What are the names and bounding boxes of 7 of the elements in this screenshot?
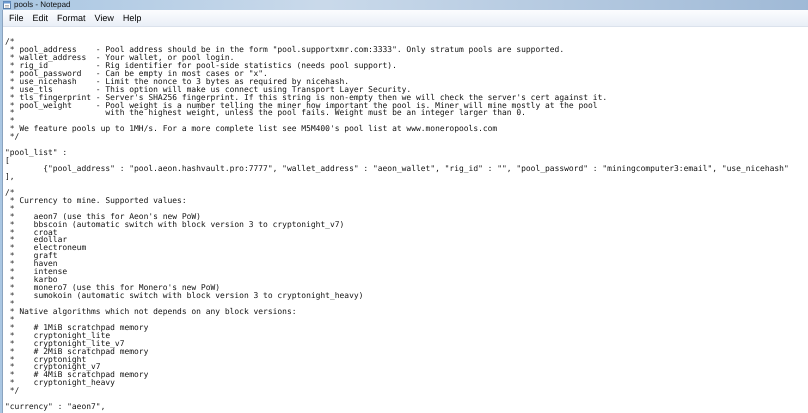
menu-item[interactable]: Help: [118, 11, 146, 25]
menu-item[interactable]: Edit: [28, 11, 52, 25]
window-title: pools - Notepad: [14, 0, 70, 10]
menu-item[interactable]: View: [90, 11, 118, 25]
menu-item[interactable]: File: [5, 11, 28, 25]
notepad-icon: [3, 1, 11, 9]
menu-item[interactable]: Format: [53, 11, 90, 25]
